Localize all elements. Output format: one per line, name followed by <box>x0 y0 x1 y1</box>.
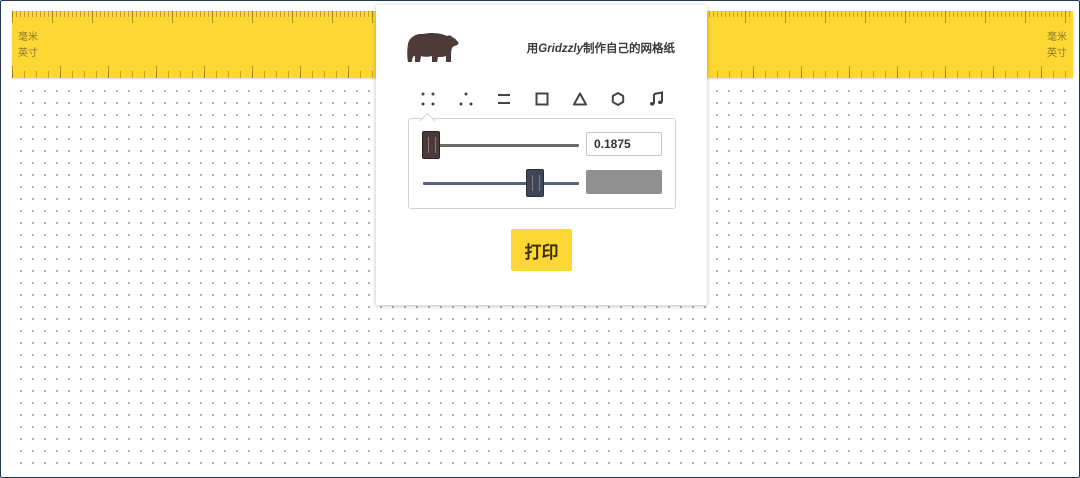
grid-size-input[interactable] <box>586 132 662 156</box>
tab-lines[interactable] <box>492 87 516 111</box>
tab-squares[interactable] <box>530 87 554 111</box>
tagline: 用Gridzzly制作自己的网格纸 <box>527 40 675 56</box>
dot-grid-icon <box>421 92 435 106</box>
settings-panel: 用Gridzzly制作自己的网格纸 0.1875 打印 <box>376 5 707 305</box>
tab-hexagons[interactable] <box>606 87 630 111</box>
ruler-inch-label: 英寸 <box>18 48 38 59</box>
tagline-suffix: 制作自己的网格纸 <box>583 43 675 55</box>
grid-size-slider-track[interactable] <box>423 144 579 147</box>
ruler-mm-label: 毫米 <box>18 32 38 43</box>
ruler-mm-label: 毫米 <box>1047 32 1067 43</box>
ruler-inch-ticks <box>705 66 1073 78</box>
line-color-slider-handle[interactable] <box>526 169 545 197</box>
print-button[interactable]: 打印 <box>511 229 572 271</box>
triangle-icon <box>573 92 587 106</box>
ruler-left: 毫米 英寸 <box>12 11 380 78</box>
line-color-slider-track[interactable] <box>423 182 579 185</box>
ruler-mm-ticks <box>705 11 1073 23</box>
ruler-inch-ticks <box>12 66 380 78</box>
grid-size-slider-handle[interactable] <box>421 131 440 159</box>
hexagon-icon <box>611 92 625 106</box>
brand-name: Gridzzly <box>538 43 583 55</box>
tab-music[interactable] <box>644 87 668 111</box>
grid-settings-box <box>408 118 676 209</box>
ruler-right: 毫米 英寸 <box>705 11 1073 78</box>
line-color-slider[interactable] <box>423 169 579 197</box>
tab-triangles[interactable] <box>568 87 592 111</box>
line-color-swatch[interactable] <box>586 170 662 194</box>
square-icon <box>535 92 549 106</box>
grid-size-slider[interactable] <box>421 131 579 159</box>
music-note-icon <box>649 91 663 106</box>
tagline-prefix: 用 <box>526 43 539 55</box>
triangle-dots-icon <box>459 92 473 106</box>
lines-icon <box>498 94 510 104</box>
app-frame: 毫米 英寸 毫米 英寸 用Gridzzly制作自己的网格纸 0.1875 打印 <box>0 0 1080 478</box>
ruler-mm-ticks <box>12 11 380 23</box>
pattern-tabs <box>414 87 672 111</box>
ruler-inch-label: 英寸 <box>1047 48 1067 59</box>
tab-dots[interactable] <box>416 87 440 111</box>
tab-triangular-dots[interactable] <box>454 87 478 111</box>
bear-logo-icon <box>407 33 459 62</box>
